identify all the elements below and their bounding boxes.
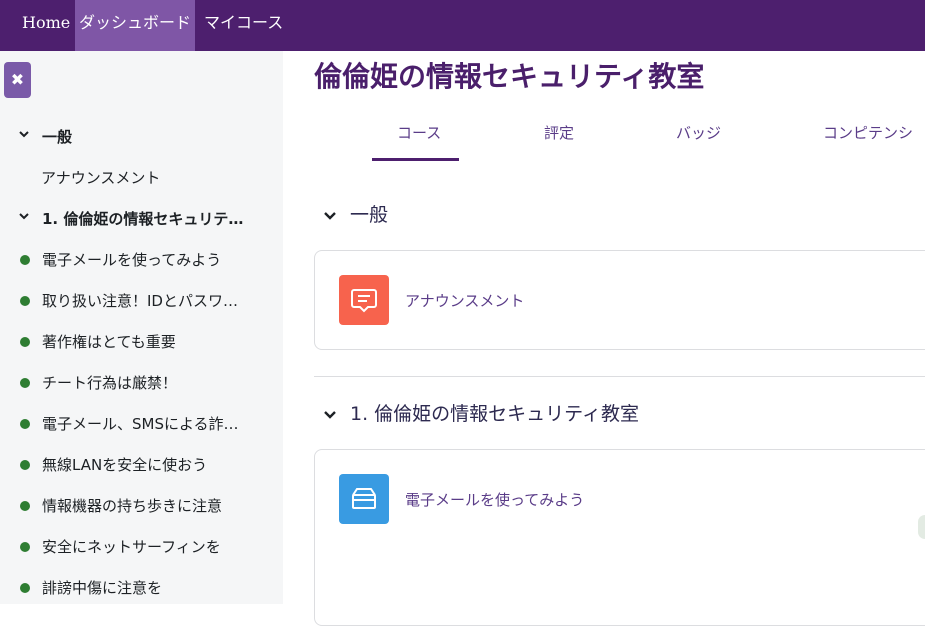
sidebar-item-activity[interactable]: 誹謗中傷に注意を	[0, 572, 283, 602]
sidebar-item-label: チート行為は厳禁！	[42, 374, 178, 392]
tab-competencies[interactable]: コンピテンシ	[823, 122, 913, 143]
sidebar-item-label: 1. 倫倫姫の情報セキュリテ…	[42, 210, 244, 228]
completion-dot-icon	[20, 378, 30, 388]
sidebar-item-activity[interactable]: 情報機器の持ち歩きに注意	[0, 490, 283, 520]
activity-card: 電子メールを使ってみよう	[314, 449, 925, 626]
box-icon	[339, 474, 389, 524]
nav-my-courses-link[interactable]: マイコース	[196, 0, 291, 51]
completion-dot-icon	[20, 296, 30, 306]
sidebar-item-activity[interactable]: 無線LANを安全に使おう	[0, 449, 283, 479]
section-title: 1. 倫倫姫の情報セキュリティ教室	[350, 403, 640, 425]
activity-link[interactable]: アナウンスメント	[405, 290, 524, 311]
section-title: 一般	[350, 204, 389, 226]
nav-dashboard-link[interactable]: ダッシュボード	[75, 0, 195, 51]
tab-grades[interactable]: 評定	[544, 122, 574, 143]
sidebar-section-general[interactable]: 一般	[0, 121, 283, 151]
sidebar-item-activity[interactable]: 著作権はとても重要	[0, 326, 283, 356]
scroll-indicator[interactable]	[918, 515, 925, 539]
forum-icon	[339, 275, 389, 325]
nav-home-link[interactable]: Home	[14, 0, 78, 51]
activity-link[interactable]: 電子メールを使ってみよう	[405, 489, 584, 510]
sidebar-item-label: 取り扱い注意！IDとパスワ…	[42, 292, 238, 310]
sidebar-item-label: 無線LANを安全に使おう	[42, 456, 208, 474]
chevron-down-icon[interactable]	[322, 407, 338, 423]
section-divider	[314, 376, 925, 377]
sidebar-item-activity[interactable]: 安全にネットサーフィンを	[0, 531, 283, 561]
completion-dot-icon	[20, 583, 30, 593]
sidebar-item-activity[interactable]: 電子メール、SMSによる詐…	[0, 408, 283, 438]
tab-course[interactable]: コース	[397, 122, 441, 143]
chevron-down-icon[interactable]	[18, 128, 30, 140]
sidebar-item-label: 電子メールを使ってみよう	[42, 251, 222, 269]
completion-dot-icon	[20, 337, 30, 347]
sidebar-item-label: アナウンスメント	[41, 169, 161, 187]
tab-badges[interactable]: バッジ	[676, 122, 721, 143]
completion-dot-icon	[20, 542, 30, 552]
close-drawer-button[interactable]: ✖	[4, 62, 31, 98]
activity-card: アナウンスメント	[314, 250, 925, 350]
active-tab-indicator	[372, 158, 459, 161]
sidebar-item-label: 著作権はとても重要	[42, 333, 176, 351]
sidebar-item-label: 安全にネットサーフィンを	[42, 538, 221, 556]
sidebar-item-activity[interactable]: チート行為は厳禁！	[0, 367, 283, 397]
completion-dot-icon	[20, 501, 30, 511]
sidebar-item-announcements[interactable]: アナウンスメント	[0, 162, 283, 192]
sidebar-item-label: 電子メール、SMSによる詐…	[42, 415, 239, 433]
section-header-general[interactable]: 一般	[322, 200, 388, 227]
sidebar-item-label: 情報機器の持ち歩きに注意	[42, 497, 223, 515]
sidebar-item-activity[interactable]: 電子メールを使ってみよう	[0, 244, 283, 274]
completion-dot-icon	[20, 460, 30, 470]
sidebar-item-activity[interactable]: 取り扱い注意！IDとパスワ…	[0, 285, 283, 315]
sidebar-item-label: 誹謗中傷に注意を	[42, 579, 163, 597]
close-icon: ✖	[10, 70, 25, 89]
section-header-1[interactable]: 1. 倫倫姫の情報セキュリティ教室	[322, 399, 639, 426]
chevron-down-icon[interactable]	[18, 210, 30, 222]
completion-dot-icon	[20, 419, 30, 429]
chevron-down-icon[interactable]	[322, 208, 338, 224]
sidebar-item-label: 一般	[42, 128, 73, 146]
sidebar-section-1[interactable]: 1. 倫倫姫の情報セキュリテ…	[0, 203, 283, 233]
top-navbar: Home ダッシュボード マイコース	[0, 0, 925, 51]
completion-dot-icon	[20, 255, 30, 265]
page-title: 倫倫姫の情報セキュリティ教室	[314, 60, 705, 93]
